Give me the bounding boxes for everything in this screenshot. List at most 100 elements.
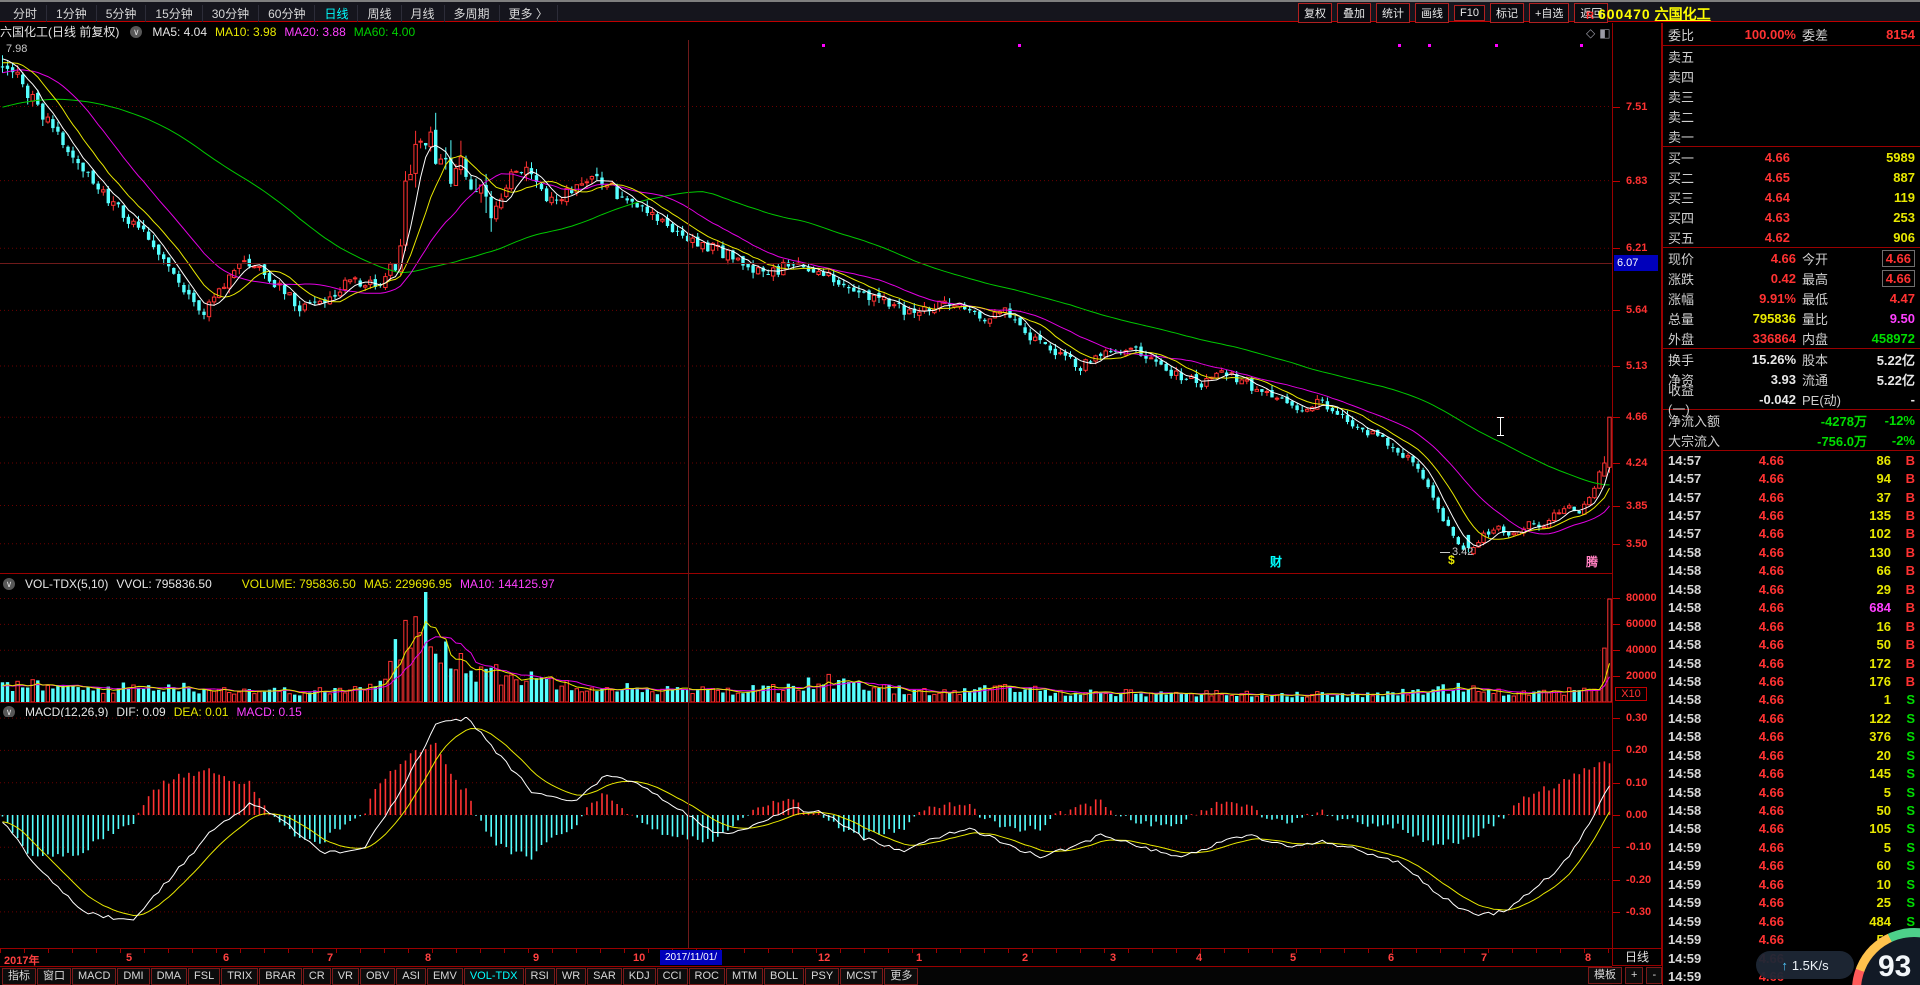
indicator-tab[interactable]: CR — [303, 968, 331, 985]
stock-name[interactable]: 六国化工 — [1655, 4, 1711, 24]
gauge-score: 93 — [1878, 950, 1911, 984]
collapse-icon[interactable]: ∨ — [130, 26, 142, 38]
indicator-tab[interactable]: WR — [556, 968, 586, 985]
indicator-tab[interactable]: PSY — [805, 968, 839, 985]
indicator-tab[interactable]: BRAR — [259, 968, 302, 985]
macd-chart[interactable] — [0, 717, 1612, 948]
stock-code: 600470 — [1598, 6, 1651, 22]
date-month-label: 4 — [1196, 952, 1202, 964]
axis-tick — [1613, 506, 1620, 507]
fundamental-row: 收益(一) -0.042 PE(动) - — [1663, 389, 1920, 409]
period-menu-item[interactable]: 30分钟 — [203, 5, 259, 22]
news-marker-cai[interactable]: 财 — [1270, 553, 1282, 570]
topbar-button[interactable]: 画线 — [1415, 3, 1449, 23]
weicha-label: 委差 — [1802, 25, 1852, 44]
toolbar-right-group: 模板+- — [1588, 967, 1663, 984]
indicator-tab[interactable]: ROC — [689, 968, 725, 985]
period-low-label: 3.42 — [1452, 546, 1473, 558]
panel-divider — [0, 573, 1612, 574]
indicator-tab[interactable]: RSI — [525, 968, 555, 985]
diamond-icon[interactable]: ◇ — [1586, 26, 1599, 40]
candlestick-chart[interactable] — [0, 40, 1612, 572]
axis-tick — [1613, 417, 1620, 418]
toolbar-right-button[interactable]: + — [1625, 967, 1643, 984]
money-flow-row: 大宗流入 -756.0万 -2% — [1663, 430, 1920, 450]
chart-tool-icons[interactable]: ◇◧ — [1586, 26, 1615, 40]
toolbar-right-button[interactable]: - — [1646, 967, 1662, 984]
indicator-tab[interactable]: VOL-TDX — [464, 968, 524, 985]
period-menu-item[interactable]: 60分钟 — [259, 5, 315, 22]
period-menu-item[interactable]: 1分钟 — [47, 5, 97, 22]
toolbar-right-button[interactable]: 模板 — [1588, 967, 1622, 984]
quote-info-row: 现价 4.66 今开 4.66 — [1663, 248, 1920, 268]
quote-info-row: 总量 795836 量比 9.50 — [1663, 308, 1920, 328]
axis-label: 60000 — [1626, 618, 1657, 630]
news-marker-dividend[interactable]: $ — [1448, 553, 1455, 567]
tick-row: 14:58 4.66 5 S — [1663, 783, 1920, 801]
weibi-value: 100.00% — [1714, 27, 1796, 42]
collapse-icon[interactable]: ∨ — [3, 706, 15, 718]
topbar-button[interactable]: 统计 — [1376, 3, 1410, 23]
network-speed-value: 1.5K/s — [1792, 958, 1829, 973]
indicator-tab[interactable]: ASI — [396, 968, 426, 985]
indicator-tab[interactable]: CCI — [657, 968, 688, 985]
indicator-tab[interactable]: MTM — [726, 968, 763, 985]
date-month-label: 6 — [223, 952, 229, 964]
period-menu-item[interactable]: 月线 — [402, 5, 445, 22]
buy-row: 买四 4.63 253 — [1663, 207, 1920, 227]
axis-label: 20000 — [1626, 670, 1657, 682]
date-month-label: 1 — [916, 952, 922, 964]
quote-info-grid: 现价 4.66 今开 4.66 涨跌 0.42 最高 4.66 涨幅 9.91%… — [1663, 248, 1920, 349]
indicator-tab[interactable]: SAR — [587, 968, 622, 985]
indicator-tab[interactable]: DMI — [117, 968, 149, 985]
volume-chart[interactable] — [0, 592, 1612, 702]
date-month-label: 3 — [1110, 952, 1116, 964]
indicator-tab[interactable]: MACD — [72, 968, 116, 985]
date-month-label: 7 — [327, 952, 333, 964]
indicator-tab[interactable]: OBV — [360, 968, 395, 985]
axis-tick — [1613, 107, 1620, 108]
network-speed-widget[interactable]: ↑ 1.5K/s — [1756, 951, 1854, 979]
buy-row: 买二 4.65 887 — [1663, 167, 1920, 187]
topbar-button[interactable]: 标记 — [1490, 3, 1524, 23]
period-menu-item[interactable]: 5分钟 — [97, 5, 147, 22]
date-minor-ticks — [0, 949, 1612, 953]
period-menu-item[interactable]: 15分钟 — [146, 5, 202, 22]
quote-info-row: 涨幅 9.91% 最低 4.47 — [1663, 288, 1920, 308]
volume-unit-box: X10 — [1615, 687, 1647, 701]
period-menu-item[interactable]: 多周期 — [445, 5, 500, 22]
period-menu-item[interactable]: 日线 — [315, 5, 358, 22]
axis-label: 4.66 — [1626, 411, 1647, 423]
period-menu-item[interactable]: 更多 〉 — [500, 5, 558, 22]
indicator-tab[interactable]: MCST — [840, 968, 883, 985]
indicator-tab[interactable]: BOLL — [764, 968, 804, 985]
buy-row: 买五 4.62 906 — [1663, 227, 1920, 247]
date-month-label: 5 — [1290, 952, 1296, 964]
top-menu-bar: 分时1分钟5分钟15分钟30分钟60分钟日线周线月线多周期更多 〉 复权叠加统计… — [0, 0, 1920, 22]
topbar-button[interactable]: F10 — [1454, 5, 1485, 21]
axis-tick — [1613, 847, 1620, 848]
indicator-tab[interactable]: 更多 — [884, 968, 918, 985]
topbar-button[interactable]: 叠加 — [1337, 3, 1371, 23]
indicator-tab[interactable]: KDJ — [623, 968, 656, 985]
indicator-tab[interactable]: EMV — [427, 968, 463, 985]
topbar-button[interactable]: 复权 — [1298, 3, 1332, 23]
indicator-tab[interactable]: 窗口 — [37, 968, 71, 985]
tick-row: 14:59 4.66 484 S — [1663, 912, 1920, 930]
collapse-icon[interactable]: ∨ — [3, 578, 15, 590]
period-label-cell[interactable]: 日线 — [1612, 948, 1662, 966]
period-menu-item[interactable]: 周线 — [358, 5, 401, 22]
indicator-tab[interactable]: TRIX — [221, 968, 258, 985]
news-marker-teng[interactable]: 腾 — [1586, 553, 1598, 570]
indicator-tab[interactable]: FSL — [188, 968, 220, 985]
indicator-tab[interactable]: DMA — [151, 968, 187, 985]
topbar-buttons: 复权叠加统计画线F10标记+自选返回 — [1298, 3, 1608, 23]
indicator-tab[interactable]: 指标 — [2, 968, 36, 985]
date-month-label: 9 — [533, 952, 539, 964]
indicator-tab[interactable]: VR — [332, 968, 359, 985]
topbar-button[interactable]: +自选 — [1529, 3, 1569, 23]
tick-row: 14:57 4.66 102 B — [1663, 525, 1920, 543]
mouse-ibeam-cursor — [1496, 416, 1505, 437]
period-menu-item[interactable]: 分时 — [4, 5, 47, 22]
axis-label: 0.00 — [1626, 809, 1647, 821]
